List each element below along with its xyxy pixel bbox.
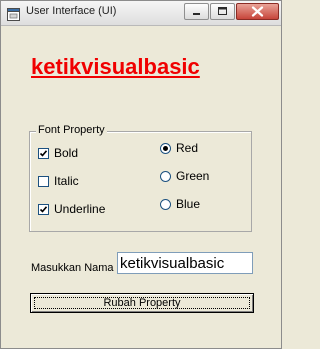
radio-selected-icon[interactable] — [160, 142, 171, 154]
maximize-button[interactable] — [210, 3, 235, 20]
italic-checkbox[interactable]: Italic — [38, 174, 79, 188]
client-area: ketikvisualbasic Font Property Bold Ital… — [1, 26, 281, 348]
underline-label: Underline — [54, 202, 106, 216]
blue-radio[interactable]: Blue — [160, 197, 200, 211]
window-title: User Interface (UI) — [26, 5, 117, 17]
display-label: ketikvisualbasic — [31, 54, 200, 79]
italic-label: Italic — [54, 174, 79, 188]
close-button[interactable] — [236, 3, 279, 20]
title-bar[interactable]: User Interface (UI) — [1, 1, 281, 26]
window-controls — [184, 3, 279, 21]
maximize-icon — [218, 7, 227, 15]
red-label: Red — [176, 141, 199, 155]
checkbox-unchecked-icon[interactable] — [38, 175, 49, 187]
checkbox-checked-icon[interactable] — [38, 147, 49, 159]
bold-label: Bold — [54, 146, 79, 160]
font-property-legend: Font Property — [36, 124, 107, 136]
change-property-button[interactable]: Rubah Property — [30, 293, 254, 313]
change-property-label: Rubah Property — [103, 297, 181, 309]
close-icon — [251, 6, 264, 17]
font-property-frame: Font Property Bold Italic Underline Red — [29, 124, 252, 232]
minimize-button[interactable] — [184, 3, 209, 20]
underline-checkbox[interactable]: Underline — [38, 202, 105, 216]
app-window-icon — [7, 6, 20, 21]
checkbox-checked-icon[interactable] — [38, 203, 49, 215]
app-window: User Interface (UI) ketikvisualbasic Fon… — [0, 0, 282, 349]
radio-unselected-icon[interactable] — [160, 170, 171, 182]
green-radio[interactable]: Green — [160, 169, 209, 183]
minimize-icon — [193, 13, 200, 15]
name-label: Masukkan Nama — [31, 262, 114, 274]
radio-unselected-icon[interactable] — [160, 198, 171, 210]
green-label: Green — [176, 169, 210, 183]
blue-label: Blue — [176, 197, 201, 211]
red-radio[interactable]: Red — [160, 141, 198, 155]
bold-checkbox[interactable]: Bold — [38, 146, 78, 160]
name-input[interactable] — [117, 252, 253, 274]
